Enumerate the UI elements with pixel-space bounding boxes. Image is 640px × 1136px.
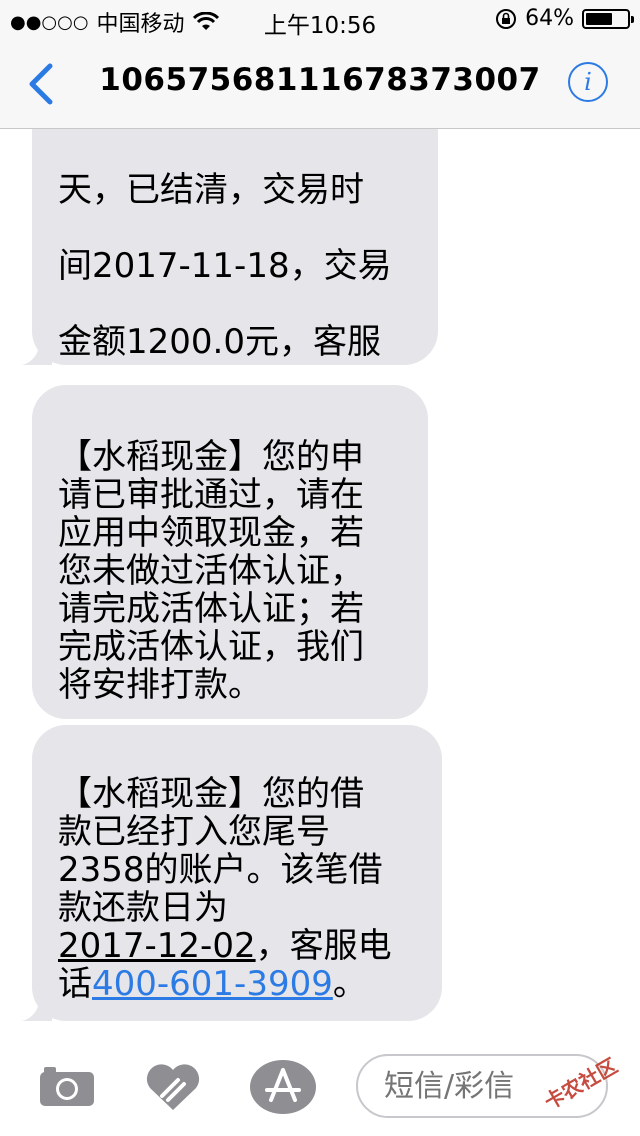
message-thread[interactable]: 天，已结清，交易时 间2017-11-18，交易 金额1200.0元，客服 电话… <box>0 129 640 1034</box>
message-line: 间2017-11-18，交易 <box>58 246 392 286</box>
bubble-tail <box>22 997 52 1021</box>
message-bubble[interactable]: 【水稻现金】您的申 请已审批通过，请在 应用中领取现金，若 您未做过活体认证， … <box>32 385 428 719</box>
orientation-lock-icon <box>496 8 517 29</box>
battery-percent: 64% <box>525 6 574 31</box>
message-text: 【水稻现金】您的借 款已经打入您尾号 2358的账户。该笔借 款还款日为 201… <box>58 775 416 1003</box>
conversation-title: 10657568111678373007 <box>99 62 541 98</box>
camera-icon[interactable] <box>38 1064 96 1108</box>
info-icon[interactable]: i <box>568 62 608 102</box>
status-bar: ●●○○○ 中国移动 上午10:56 64% <box>0 0 640 40</box>
navigation-bar: 10657568111678373007 i <box>0 40 640 129</box>
digital-touch-icon[interactable] <box>144 1062 202 1112</box>
message-bubble[interactable]: 天，已结清，交易时 间2017-11-18，交易 金额1200.0元，客服 电话… <box>22 129 438 513</box>
battery-fill <box>586 12 612 25</box>
message-text-part: 【水稻现金】您的借 款已经打入您尾号 2358的账户。该笔借 款还款日为 <box>58 774 383 928</box>
bubble-tail <box>22 341 52 365</box>
battery-icon <box>582 8 634 29</box>
message-bubble[interactable]: 【水稻现金】您的借 款已经打入您尾号 2358的账户。该笔借 款还款日为 201… <box>22 725 442 1021</box>
message-punctuation: 。 <box>332 964 367 1004</box>
phone-link[interactable]: 400-601-3909 <box>92 964 333 1004</box>
date-link[interactable]: 2017-12-02 <box>58 926 256 966</box>
app-store-icon[interactable] <box>250 1060 316 1114</box>
status-right: 64% <box>495 6 634 31</box>
message-text: 【水稻现金】您的申 请已审批通过，请在 应用中领取现金，若 您未做过活体认证， … <box>58 437 364 705</box>
message-line: 金额1200.0元，客服 <box>58 322 381 362</box>
message-line: 天，已结清，交易时 <box>58 170 364 210</box>
